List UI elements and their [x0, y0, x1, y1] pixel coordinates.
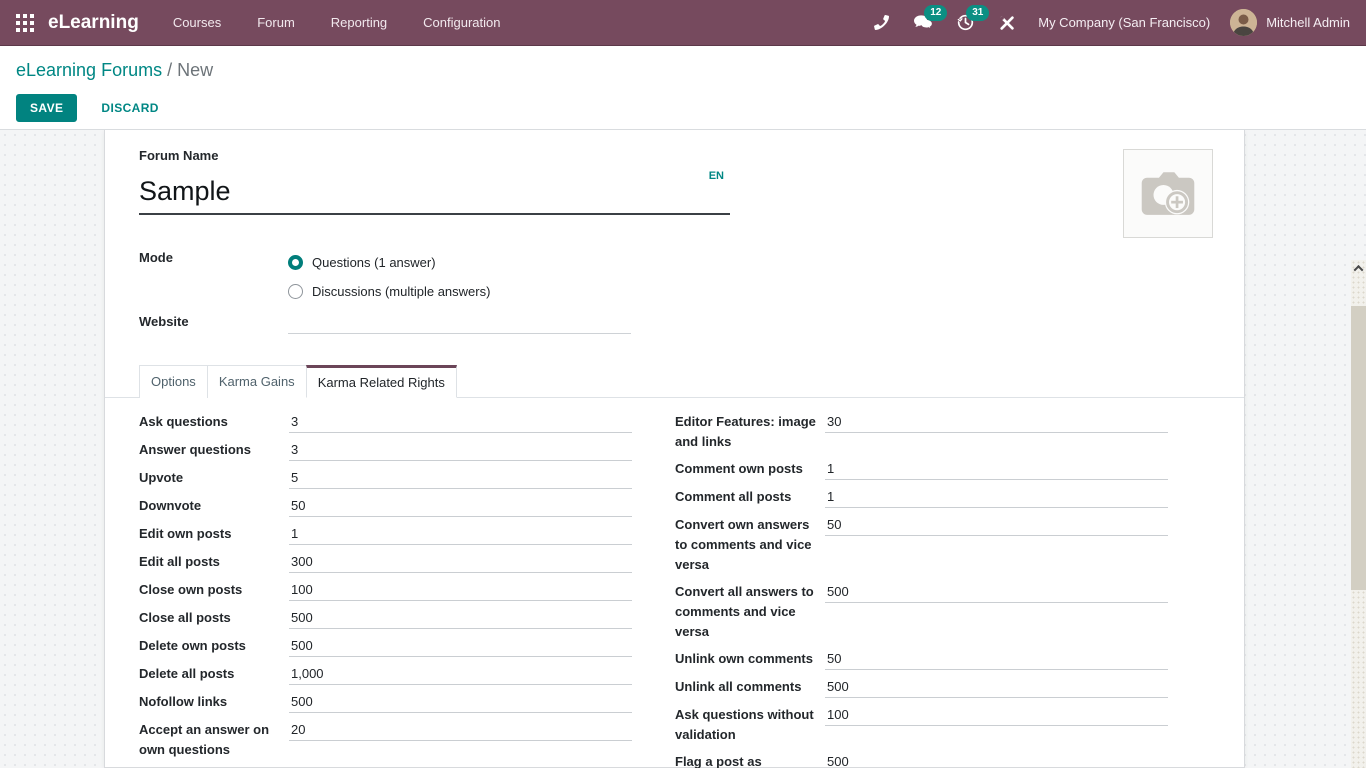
radio-unselected-icon — [288, 284, 303, 299]
activities-clock-icon[interactable]: 31 — [954, 12, 976, 34]
field-input[interactable]: 500 — [289, 608, 632, 629]
language-badge[interactable]: EN — [709, 170, 724, 182]
field-input[interactable]: 300 — [289, 552, 632, 573]
main-menus: Courses Forum Reporting Configuration — [173, 0, 501, 46]
field-flag-post-offensive: Flag a post as offensive 500 — [675, 752, 1168, 768]
mode-option-questions[interactable]: Questions (1 answer) — [288, 248, 490, 277]
field-input[interactable]: 100 — [289, 580, 632, 601]
apps-menu-icon[interactable] — [16, 14, 34, 32]
field-ask-questions-without-validation: Ask questions without validation 100 — [675, 705, 1168, 745]
activities-count-badge: 31 — [966, 5, 989, 21]
messages-count-badge: 12 — [924, 5, 947, 21]
phone-icon[interactable] — [870, 12, 892, 34]
user-name: Mitchell Admin — [1266, 15, 1350, 30]
field-convert-own-answers: Convert own answers to comments and vice… — [675, 515, 1168, 575]
forum-name-input[interactable]: Sample — [139, 174, 730, 215]
menu-courses[interactable]: Courses — [173, 0, 221, 46]
field-ask-questions: Ask questions 3 — [139, 412, 632, 433]
camera-add-icon — [1139, 170, 1197, 218]
tab-options[interactable]: Options — [139, 365, 208, 398]
field-accept-answer-own-questions: Accept an answer on own questions 20 — [139, 720, 632, 760]
field-input[interactable]: 20 — [289, 720, 632, 741]
breadcrumb-separator: / — [167, 60, 172, 80]
karma-left-column: Ask questions 3 Answer questions 3 Upvot… — [139, 412, 632, 768]
website-select[interactable] — [288, 312, 631, 334]
odoo-elearning-forum-form: eLearning Courses Forum Reporting Config… — [0, 0, 1366, 768]
content-background: Forum Name Sample EN Mode — [0, 130, 1366, 768]
user-avatar — [1230, 9, 1257, 36]
field-edit-all-posts: Edit all posts 300 — [139, 552, 632, 573]
control-panel: eLearning Forums / New SAVE DISCARD — [0, 46, 1366, 130]
field-editor-features: Editor Features: image and links 30 — [675, 412, 1168, 452]
field-input[interactable]: 500 — [825, 677, 1168, 698]
field-input[interactable]: 30 — [825, 412, 1168, 433]
tab-karma-gains[interactable]: Karma Gains — [207, 365, 307, 398]
forum-image-upload[interactable] — [1123, 149, 1213, 238]
app-name[interactable]: eLearning — [48, 12, 139, 34]
vertical-scrollbar[interactable] — [1351, 260, 1366, 768]
field-upvote: Upvote 5 — [139, 468, 632, 489]
field-input[interactable]: 1 — [289, 524, 632, 545]
field-input[interactable]: 500 — [289, 636, 632, 657]
breadcrumb: eLearning Forums / New — [16, 58, 1350, 82]
notebook-tabs: Options Karma Gains Karma Related Rights — [105, 364, 1244, 398]
field-input[interactable]: 1,000 — [289, 664, 632, 685]
save-button[interactable]: SAVE — [16, 94, 77, 122]
karma-related-rights-panel: Ask questions 3 Answer questions 3 Upvot… — [139, 412, 1168, 768]
user-menu[interactable]: Mitchell Admin — [1230, 9, 1350, 36]
tools-icon[interactable] — [996, 12, 1018, 34]
field-downvote: Downvote 50 — [139, 496, 632, 517]
field-delete-own-posts: Delete own posts 500 — [139, 636, 632, 657]
top-navbar: eLearning Courses Forum Reporting Config… — [0, 0, 1366, 46]
scroll-up-icon[interactable] — [1351, 261, 1366, 276]
field-input[interactable]: 500 — [825, 582, 1168, 603]
field-unlink-own-comments: Unlink own comments 50 — [675, 649, 1168, 670]
forum-name-group: Forum Name Sample EN — [139, 146, 730, 215]
mode-label: Mode — [139, 248, 288, 306]
field-unlink-all-comments: Unlink all comments 500 — [675, 677, 1168, 698]
field-input[interactable]: 50 — [289, 496, 632, 517]
field-nofollow-links: Nofollow links 500 — [139, 692, 632, 713]
field-input[interactable]: 50 — [825, 515, 1168, 536]
field-input[interactable]: 500 — [825, 752, 1168, 768]
breadcrumb-parent-link[interactable]: eLearning Forums — [16, 60, 162, 80]
field-comment-all-posts: Comment all posts 1 — [675, 487, 1168, 508]
scrollbar-thumb[interactable] — [1351, 306, 1366, 590]
breadcrumb-current: New — [177, 60, 213, 80]
field-input[interactable]: 3 — [289, 412, 632, 433]
menu-forum[interactable]: Forum — [257, 0, 295, 46]
field-convert-all-answers: Convert all answers to comments and vice… — [675, 582, 1168, 642]
field-close-all-posts: Close all posts 500 — [139, 608, 632, 629]
form-sheet: Forum Name Sample EN Mode — [104, 130, 1245, 768]
discard-button[interactable]: DISCARD — [93, 95, 166, 121]
field-input[interactable]: 5 — [289, 468, 632, 489]
menu-configuration[interactable]: Configuration — [423, 0, 500, 46]
field-input[interactable]: 100 — [825, 705, 1168, 726]
tab-karma-related-rights[interactable]: Karma Related Rights — [306, 365, 457, 398]
website-group: Website — [139, 312, 631, 334]
forum-name-label: Forum Name — [139, 146, 730, 166]
field-comment-own-posts: Comment own posts 1 — [675, 459, 1168, 480]
field-answer-questions: Answer questions 3 — [139, 440, 632, 461]
field-input[interactable]: 50 — [825, 649, 1168, 670]
radio-selected-icon — [288, 255, 303, 270]
menu-reporting[interactable]: Reporting — [331, 0, 387, 46]
field-input[interactable]: 1 — [825, 459, 1168, 480]
mode-option-discussions[interactable]: Discussions (multiple answers) — [288, 277, 490, 306]
company-switcher[interactable]: My Company (San Francisco) — [1038, 15, 1210, 30]
field-close-own-posts: Close own posts 100 — [139, 580, 632, 601]
karma-right-column: Editor Features: image and links 30 Comm… — [675, 412, 1168, 768]
messages-icon[interactable]: 12 — [912, 12, 934, 34]
field-edit-own-posts: Edit own posts 1 — [139, 524, 632, 545]
field-input[interactable]: 500 — [289, 692, 632, 713]
website-label: Website — [139, 312, 288, 334]
mode-group: Mode Questions (1 answer) Discussions (m… — [139, 248, 490, 306]
field-input[interactable]: 3 — [289, 440, 632, 461]
field-delete-all-posts: Delete all posts 1,000 — [139, 664, 632, 685]
field-input[interactable]: 1 — [825, 487, 1168, 508]
